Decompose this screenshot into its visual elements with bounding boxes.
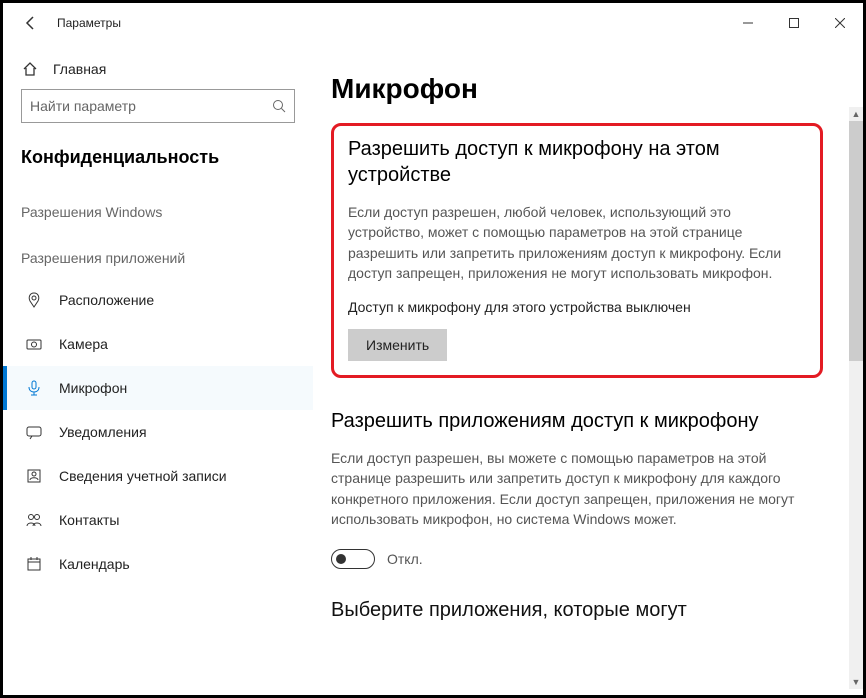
- scroll-up-arrow-icon[interactable]: ▲: [849, 107, 863, 121]
- notifications-icon: [25, 424, 43, 440]
- device-access-status: Доступ к микрофону для этого устройства …: [348, 299, 804, 315]
- sidebar-item-label: Уведомления: [59, 424, 147, 440]
- section-heading-cutoff: Выберите приложения, которые могут: [331, 599, 823, 622]
- sidebar-group-windows: Разрешения Windows: [3, 186, 313, 232]
- maximize-icon: [789, 18, 799, 28]
- toggle-label: Откл.: [387, 551, 423, 567]
- sidebar: Главная Конфиденциальность Разрешения Wi…: [3, 43, 313, 695]
- sidebar-home-label: Главная: [53, 61, 106, 77]
- sidebar-item-notifications[interactable]: Уведомления: [3, 410, 313, 454]
- close-button[interactable]: [817, 3, 863, 43]
- sidebar-item-account-info[interactable]: Сведения учетной записи: [3, 454, 313, 498]
- sidebar-category-heading: Конфиденциальность: [3, 137, 313, 186]
- sidebar-item-label: Календарь: [59, 556, 130, 572]
- sidebar-home[interactable]: Главная: [3, 53, 313, 89]
- window-body: Главная Конфиденциальность Разрешения Wi…: [3, 43, 863, 695]
- search-icon: [272, 99, 286, 113]
- scroll-thumb[interactable]: [849, 121, 863, 361]
- window-controls: [725, 3, 863, 43]
- content-scrollbar[interactable]: ▲ ▼: [849, 107, 863, 689]
- section-description: Если доступ разрешен, любой человек, исп…: [348, 202, 804, 283]
- search-wrap: [3, 89, 313, 137]
- minimize-icon: [743, 18, 753, 28]
- location-icon: [25, 292, 43, 308]
- scroll-track[interactable]: [849, 121, 863, 675]
- sidebar-item-label: Микрофон: [59, 380, 127, 396]
- section-description: Если доступ разрешен, вы можете с помощь…: [331, 448, 823, 529]
- page-title: Микрофон: [331, 73, 823, 105]
- search-box[interactable]: [21, 89, 295, 123]
- contacts-icon: [25, 512, 43, 528]
- sidebar-item-label: Контакты: [59, 512, 119, 528]
- change-button[interactable]: Изменить: [348, 329, 447, 361]
- sidebar-item-calendar[interactable]: Календарь: [3, 542, 313, 586]
- search-input[interactable]: [30, 98, 272, 114]
- sidebar-item-label: Камера: [59, 336, 108, 352]
- app-access-toggle[interactable]: [331, 549, 375, 569]
- device-access-section: Разрешить доступ к микрофону на этом уст…: [331, 123, 823, 378]
- maximize-button[interactable]: [771, 3, 817, 43]
- minimize-button[interactable]: [725, 3, 771, 43]
- account-icon: [25, 468, 43, 484]
- window-title: Параметры: [57, 16, 121, 30]
- home-icon: [21, 61, 39, 77]
- scroll-down-arrow-icon[interactable]: ▼: [849, 675, 863, 689]
- sidebar-group-apps: Разрешения приложений: [3, 232, 313, 278]
- section-heading: Разрешить доступ к микрофону на этом уст…: [348, 136, 804, 188]
- sidebar-item-microphone[interactable]: Микрофон: [3, 366, 313, 410]
- content-pane: Микрофон Разрешить доступ к микрофону на…: [313, 43, 863, 695]
- app-access-toggle-row: Откл.: [331, 549, 823, 569]
- settings-window: Параметры Главная: [0, 0, 866, 698]
- close-icon: [835, 18, 845, 28]
- sidebar-item-location[interactable]: Расположение: [3, 278, 313, 322]
- sidebar-item-label: Сведения учетной записи: [59, 468, 227, 484]
- arrow-left-icon: [23, 15, 39, 31]
- sidebar-item-camera[interactable]: Камера: [3, 322, 313, 366]
- calendar-icon: [25, 556, 43, 572]
- back-button[interactable]: [9, 3, 53, 43]
- sidebar-item-contacts[interactable]: Контакты: [3, 498, 313, 542]
- sidebar-item-label: Расположение: [59, 292, 154, 308]
- microphone-icon: [25, 380, 43, 396]
- camera-icon: [25, 336, 43, 352]
- titlebar: Параметры: [3, 3, 863, 43]
- section-heading: Разрешить приложениям доступ к микрофону: [331, 408, 823, 434]
